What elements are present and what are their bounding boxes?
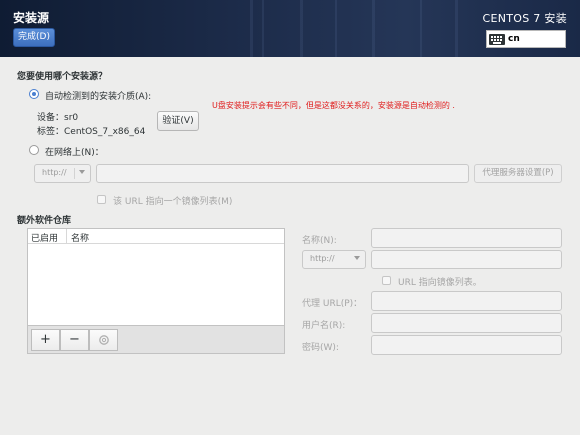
chevron-down-icon <box>354 256 360 260</box>
repo-toolbar: + − <box>27 326 285 354</box>
add-repo-button[interactable]: + <box>31 329 60 351</box>
page-title: 安装源 <box>13 11 50 25</box>
reset-icon <box>98 335 109 345</box>
repo-mirror-label: URL 指向镜像列表。 <box>398 278 482 288</box>
password-label: 密码(W): <box>302 343 339 353</box>
keyboard-layout-label: cn <box>508 34 520 44</box>
auto-detect-radio[interactable] <box>29 89 39 99</box>
minus-icon: − <box>69 332 80 347</box>
mirror-list-label: 该 URL 指向一个镜像列表(M) <box>113 197 233 207</box>
auto-detect-label[interactable]: 自动检测到的安装介质(A): <box>45 89 151 102</box>
product-title: CENTOS 7 安装 <box>482 12 567 25</box>
plus-icon: + <box>40 332 51 347</box>
chevron-down-icon <box>79 170 85 174</box>
column-enabled[interactable]: 已启用 <box>31 231 58 244</box>
repo-list-header: 已启用 名称 <box>28 229 284 244</box>
done-button[interactable]: 完成(D) <box>13 28 55 47</box>
network-label[interactable]: 在网络上(N)： <box>45 145 104 158</box>
device-label: 设备：sr0 <box>37 113 79 123</box>
protocol-select[interactable]: http:// <box>34 164 91 183</box>
repo-name-input[interactable] <box>371 228 562 248</box>
repo-name-label: 名称(N): <box>302 236 337 246</box>
keyboard-icon <box>489 34 505 45</box>
column-name[interactable]: 名称 <box>71 231 89 244</box>
repo-protocol-select[interactable]: http:// <box>302 250 366 269</box>
password-input[interactable] <box>371 335 562 355</box>
annotation-note: U盘安装提示会有些不同，但是这都没关系的，安装源是自动检测的 . <box>212 101 455 110</box>
header-bar: 安装源 完成(D) CENTOS 7 安装 cn <box>0 0 580 57</box>
keyboard-layout-indicator[interactable]: cn <box>486 30 566 48</box>
repo-list[interactable]: 已启用 名称 <box>27 228 285 326</box>
network-url-input[interactable] <box>96 164 469 183</box>
remove-repo-button[interactable]: − <box>60 329 89 351</box>
verify-button[interactable]: 验证(V) <box>157 111 199 131</box>
username-label: 用户名(R): <box>302 321 346 331</box>
proxy-settings-button[interactable]: 代理服务器设置(P) <box>474 164 562 183</box>
proxy-url-label: 代理 URL(P)： <box>302 299 363 309</box>
source-question: 您要使用哪个安装源？ <box>17 72 108 82</box>
username-input[interactable] <box>371 313 562 333</box>
tag-label: 标签：CentOS_7_x86_64 <box>37 127 146 137</box>
repo-url-input[interactable] <box>371 250 562 269</box>
repos-section-title: 额外软件仓库 <box>17 216 72 226</box>
network-radio[interactable] <box>29 145 39 155</box>
proxy-url-input[interactable] <box>371 291 562 311</box>
repo-mirror-checkbox[interactable] <box>382 276 391 285</box>
mirror-list-checkbox[interactable] <box>97 195 106 204</box>
reset-repos-button[interactable] <box>89 329 118 351</box>
